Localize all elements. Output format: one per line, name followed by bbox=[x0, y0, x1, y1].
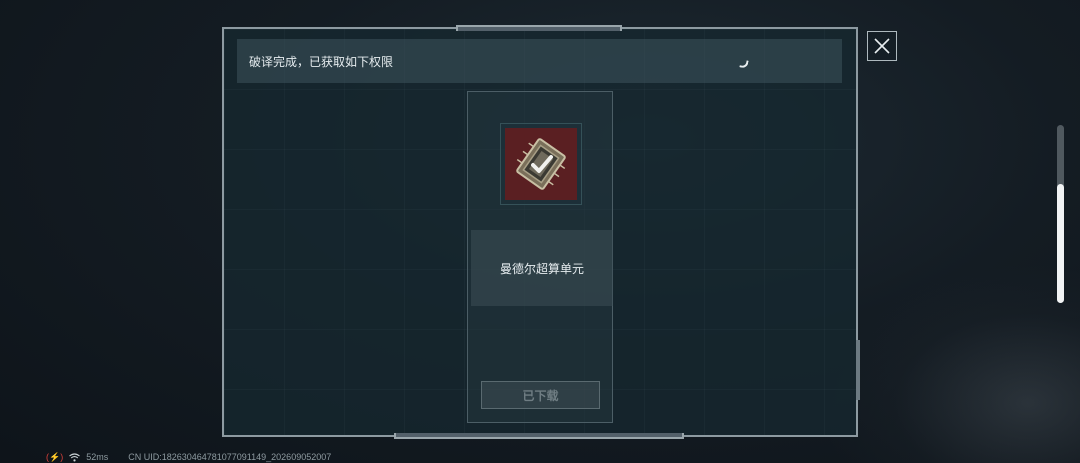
uid-text: CN UID:182630464781077091149_20260905200… bbox=[128, 452, 332, 462]
dialog-top-tab bbox=[456, 25, 622, 31]
wifi-icon bbox=[69, 452, 81, 462]
status-bar: (⚡) 52ms CN UID:182630464781077091149_20… bbox=[46, 451, 331, 463]
close-icon bbox=[874, 38, 890, 54]
charging-bolt-icon: (⚡) bbox=[46, 451, 64, 462]
scrollbar-thumb[interactable] bbox=[1057, 184, 1064, 303]
latency-text: 52ms bbox=[86, 452, 109, 462]
item-name: 曼德尔超算单元 bbox=[499, 261, 584, 276]
close-button[interactable] bbox=[867, 31, 897, 61]
item-icon-frame bbox=[500, 123, 582, 205]
supercomputer-chip-icon bbox=[505, 128, 577, 200]
banner-text: 破译完成，已获取如下权限 bbox=[249, 54, 394, 69]
scrollbar[interactable] bbox=[1057, 125, 1064, 303]
dialog-side-marker bbox=[856, 340, 860, 400]
dialog-bottom-tab bbox=[394, 433, 684, 439]
downloaded-button-label: 已下载 bbox=[522, 388, 559, 403]
result-banner: 破译完成，已获取如下权限 bbox=[237, 39, 842, 83]
downloaded-button[interactable]: 已下载 bbox=[481, 381, 600, 409]
item-name-band: 曼德尔超算单元 bbox=[471, 230, 613, 306]
